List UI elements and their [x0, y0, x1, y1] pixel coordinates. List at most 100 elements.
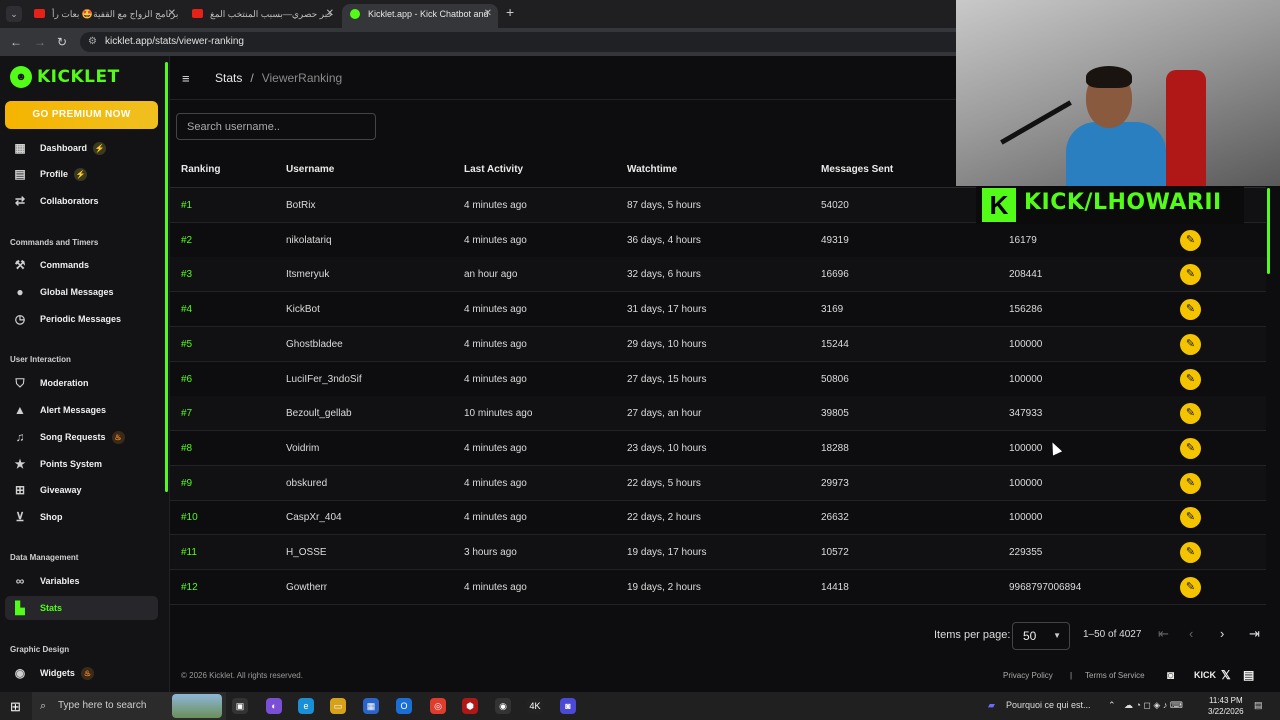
sidebar-scrollbar[interactable] — [165, 62, 168, 492]
sidebar-item-shop[interactable]: ⊻ Shop — [5, 505, 158, 529]
table-row[interactable]: #9 obskured 4 minutes ago 22 days, 5 hours 2… — [170, 465, 1266, 501]
edit-pencil-icon[interactable]: ✎ — [1180, 229, 1201, 251]
points-cell: 100000 — [1009, 442, 1043, 454]
tab-kicklet[interactable]: Kicklet.app - Kick Chatbot and ✕ — [342, 4, 498, 28]
table-row[interactable]: #3 Itsmeryuk an hour ago 32 days, 6 hours 16… — [170, 257, 1266, 293]
kick-link[interactable]: KICK — [1194, 670, 1216, 680]
column-messages-sent[interactable]: Messages Sent — [821, 164, 893, 175]
sidebar-item-periodic-messages[interactable]: ◷ Periodic Messages — [5, 307, 158, 331]
sidebar-item-giveaway[interactable]: ⊞ Giveaway — [5, 478, 158, 502]
next-page-icon[interactable]: › — [1220, 626, 1224, 641]
edit-pencil-icon[interactable]: ✎ — [1180, 299, 1201, 321]
table-row[interactable]: #2 nikolatariq 4 minutes ago 36 days, 4 hou… — [170, 223, 1266, 258]
system-clock[interactable]: 11:43 PM 3/22/2026 — [1208, 695, 1244, 717]
discord-icon[interactable]: ◙ — [1167, 668, 1174, 682]
column-ranking[interactable]: Ranking — [181, 164, 220, 175]
table-row[interactable]: #8 Voidrim 4 minutes ago 23 days, 10 hours 1… — [170, 431, 1266, 466]
chrome-icon[interactable]: ◎ — [430, 698, 446, 714]
notification-icon[interactable]: ▰ — [988, 700, 995, 711]
go-premium-button[interactable]: GO PREMIUM NOW — [5, 101, 158, 129]
windows-start-icon[interactable]: ⊞ — [10, 699, 21, 715]
first-page-icon[interactable]: ⇤ — [1158, 626, 1169, 642]
close-tab-icon[interactable]: ✕ — [484, 4, 492, 24]
sidebar-item-stats[interactable]: ▙ Stats — [5, 596, 158, 620]
points-cell: 156286 — [1009, 304, 1043, 316]
previous-page-icon[interactable]: ‹ — [1189, 626, 1193, 641]
outlook-icon[interactable]: O — [396, 698, 412, 714]
tab-youtube-2[interactable]: خبر حصري—بسبب المنتخب المغ ✕ — [184, 4, 340, 28]
tab-label: خبر حصري—بسبب المنتخب المغ — [210, 9, 333, 19]
sidebar-item-points-system[interactable]: ★ Points System — [5, 452, 158, 476]
edit-pencil-icon[interactable]: ✎ — [1180, 368, 1201, 390]
collaborators-icon: ⇄ — [14, 194, 26, 208]
messages-sent-cell: 50806 — [821, 373, 849, 385]
search-highlight-image[interactable] — [172, 694, 222, 718]
table-row[interactable]: #12 Gowtherr 4 minutes ago 19 days, 2 hours… — [170, 570, 1266, 605]
edit-pencil-icon[interactable]: ✎ — [1180, 264, 1201, 286]
sidebar-item-collaborators[interactable]: ⇄ Collaborators — [5, 189, 158, 213]
column-watchtime[interactable]: Watchtime — [627, 164, 677, 175]
items-per-page-label: Items per page: — [934, 629, 1011, 641]
store-icon[interactable]: ▦ — [363, 698, 379, 714]
sidebar-item-global-messages[interactable]: ● Global Messages — [5, 280, 158, 304]
sidebar-item-moderation[interactable]: ⛉ Moderation — [5, 371, 158, 395]
notification-center-icon[interactable]: ▤ — [1254, 700, 1263, 711]
task-view-icon[interactable]: ▣ — [232, 698, 248, 714]
edit-pencil-icon[interactable]: ✎ — [1180, 542, 1201, 563]
table-row[interactable]: #10 CaspXr_404 4 minutes ago 22 days, 2 hou… — [170, 500, 1266, 536]
tray-chevron-icon[interactable]: ⌃ — [1108, 700, 1116, 711]
privacy-policy-link[interactable]: Privacy Policy — [1003, 671, 1053, 680]
search-username-input[interactable] — [176, 113, 376, 140]
obs-icon[interactable]: ◉ — [495, 698, 511, 714]
edge-icon[interactable]: e — [298, 698, 314, 714]
close-tab-icon[interactable]: ✕ — [326, 4, 334, 24]
document-icon[interactable]: ▤ — [1243, 668, 1254, 682]
table-row[interactable]: #7 Bezoult_gellab 10 minutes ago 27 days, a… — [170, 396, 1266, 432]
table-row[interactable]: #11 H_OSSE 3 hours ago 19 days, 17 hours 105… — [170, 535, 1266, 570]
edit-pencil-icon[interactable]: ✎ — [1180, 333, 1201, 355]
site-info-icon[interactable]: ⚙ — [88, 32, 97, 52]
username-cell: KickBot — [286, 304, 320, 316]
ranking-cell: #12 — [181, 581, 198, 593]
table-scrollbar[interactable] — [1267, 188, 1270, 274]
edit-pencil-icon[interactable]: ✎ — [1180, 437, 1201, 459]
back-icon[interactable]: ← — [10, 35, 22, 49]
tab-search-icon[interactable]: ⌄ — [6, 6, 22, 22]
url-field[interactable]: ⚙ kicklet.app/stats/viewer-ranking — [80, 32, 980, 52]
sidebar-item-dashboard[interactable]: ▦ Dashboard ⚡ — [5, 136, 158, 160]
sidebar-item-widgets[interactable]: ◉ Widgets ♨ — [5, 661, 158, 685]
edit-pencil-icon[interactable]: ✎ — [1180, 472, 1201, 494]
sidebar-item-song-requests[interactable]: ♫ Song Requests ♨ — [5, 425, 158, 449]
messages-sent-cell: 26632 — [821, 512, 849, 524]
tray-icons[interactable]: ☁ ◔ ◻ ◈ ♪ ⌨ — [1124, 700, 1183, 711]
reload-icon[interactable]: ↻ — [57, 35, 67, 49]
sidebar-item-profile[interactable]: ▤ Profile ⚡ — [5, 162, 158, 186]
items-per-page-select[interactable]: 50 ▼ — [1012, 622, 1070, 650]
sidebar-item-alert-messages[interactable]: ▲ Alert Messages — [5, 398, 158, 422]
edit-pencil-icon[interactable]: ✎ — [1180, 576, 1201, 598]
close-tab-icon[interactable]: ✕ — [168, 4, 176, 24]
table-row[interactable]: #4 KickBot 4 minutes ago 31 days, 17 hours 3… — [170, 292, 1266, 328]
copilot-icon[interactable]: ◐ — [266, 698, 282, 714]
notification-text[interactable]: Pourquoi ce qui est... — [1006, 700, 1091, 710]
last-page-icon[interactable]: ⇥ — [1249, 626, 1260, 642]
sidebar-item-commands[interactable]: ⚒ Commands — [5, 253, 158, 277]
menu-toggle-icon[interactable]: ≡ — [182, 71, 190, 86]
x-icon[interactable]: 𝕏 — [1221, 668, 1231, 682]
sidebar-item-variables[interactable]: ∞ Variables — [5, 569, 158, 593]
edit-pencil-icon[interactable]: ✎ — [1180, 403, 1201, 425]
forward-icon[interactable]: → — [34, 35, 46, 49]
new-tab-icon[interactable]: + — [506, 4, 514, 20]
edit-pencil-icon[interactable]: ✎ — [1180, 507, 1201, 529]
4k-app-icon[interactable]: 4K — [527, 698, 543, 714]
terms-of-service-link[interactable]: Terms of Service — [1085, 671, 1145, 680]
column-username[interactable]: Username — [286, 164, 334, 175]
table-row[interactable]: #6 LuciIFer_3ndoSif 4 minutes ago 27 days, … — [170, 362, 1266, 397]
breadcrumb-stats[interactable]: Stats — [215, 71, 242, 85]
discord-taskbar-icon[interactable]: ◙ — [560, 698, 576, 714]
column-last-activity[interactable]: Last Activity — [464, 164, 523, 175]
table-row[interactable]: #5 Ghostbladee 4 minutes ago 29 days, 10 ho… — [170, 326, 1266, 362]
app-icon[interactable]: ⬢ — [462, 698, 478, 714]
file-explorer-icon[interactable]: ▭ — [330, 698, 346, 714]
tab-youtube-1[interactable]: برنامج الزواج مع القفية🤩 بعات رأ ✕ — [26, 4, 182, 28]
